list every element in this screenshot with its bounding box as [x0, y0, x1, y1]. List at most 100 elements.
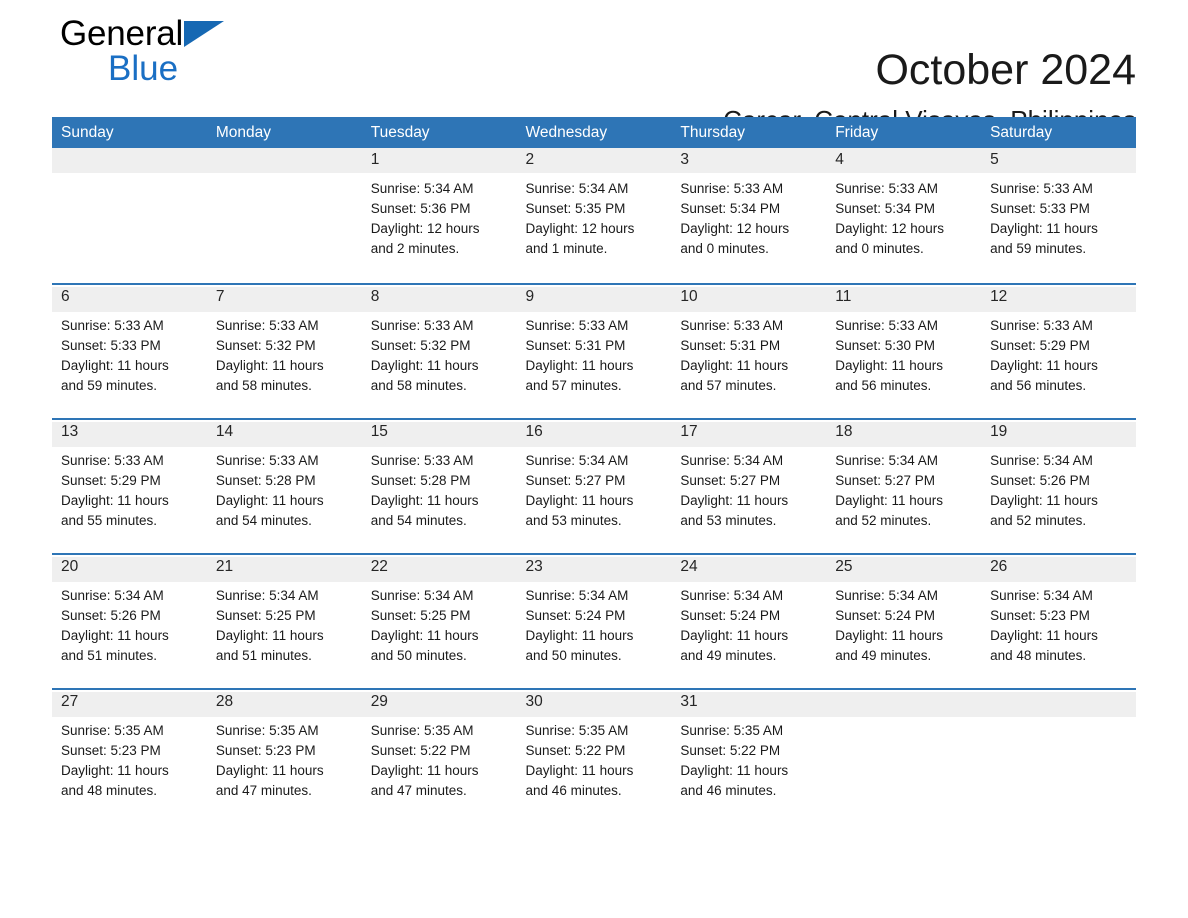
day-detail: Sunrise: 5:33 AM Sunset: 5:32 PM Dayligh…	[370, 318, 479, 393]
day-cell[interactable]: 2 Sunrise: 5:34 AM Sunset: 5:35 PM Dayli…	[517, 148, 672, 283]
day-number: 9	[525, 288, 535, 305]
day-cell[interactable]: 3 Sunrise: 5:33 AM Sunset: 5:34 PM Dayli…	[671, 148, 826, 283]
logo-text-blue: Blue	[108, 49, 179, 88]
day-cell[interactable]: 5 Sunrise: 5:33 AM Sunset: 5:33 PM Dayli…	[981, 148, 1136, 283]
day-detail: Sunrise: 5:33 AM Sunset: 5:28 PM Dayligh…	[215, 453, 324, 528]
day-number: 23	[525, 558, 543, 575]
day-cell[interactable]: 19 Sunrise: 5:34 AM Sunset: 5:26 PM Dayl…	[981, 420, 1136, 553]
weekday-header-row: Sunday Monday Tuesday Wednesday Thursday…	[52, 117, 1136, 148]
day-cell[interactable]: 16 Sunrise: 5:34 AM Sunset: 5:27 PM Dayl…	[517, 420, 672, 553]
day-number: 20	[61, 558, 79, 575]
day-cell[interactable]: 20 Sunrise: 5:34 AM Sunset: 5:26 PM Dayl…	[52, 555, 207, 688]
day-cell[interactable]: 30 Sunrise: 5:35 AM Sunset: 5:22 PM Dayl…	[517, 690, 672, 823]
day-number: 31	[680, 693, 698, 710]
weekday-header-thursday: Thursday	[680, 123, 745, 141]
day-number: 4	[835, 151, 844, 168]
day-cell[interactable]: 31 Sunrise: 5:35 AM Sunset: 5:22 PM Dayl…	[671, 690, 826, 823]
day-detail: Sunrise: 5:33 AM Sunset: 5:28 PM Dayligh…	[370, 453, 479, 528]
day-number: 14	[215, 423, 234, 440]
day-number	[216, 148, 356, 173]
day-cell[interactable]: 18 Sunrise: 5:34 AM Sunset: 5:27 PM Dayl…	[826, 420, 981, 553]
day-cell[interactable]: 26 Sunrise: 5:34 AM Sunset: 5:23 PM Dayl…	[981, 555, 1136, 688]
day-number: 11	[835, 288, 852, 305]
day-detail: Sunrise: 5:33 AM Sunset: 5:33 PM Dayligh…	[61, 318, 169, 393]
day-number	[990, 690, 1130, 715]
day-detail: Sunrise: 5:33 AM Sunset: 5:34 PM Dayligh…	[680, 181, 790, 256]
day-number: 10	[680, 288, 698, 305]
day-number: 26	[990, 558, 1008, 575]
day-detail: Sunrise: 5:35 AM Sunset: 5:23 PM Dayligh…	[61, 723, 169, 798]
day-detail: Sunrise: 5:33 AM Sunset: 5:29 PM Dayligh…	[990, 318, 1098, 393]
day-cell[interactable]	[207, 148, 362, 283]
day-detail: Sunrise: 5:35 AM Sunset: 5:22 PM Dayligh…	[525, 723, 634, 798]
day-detail: Sunrise: 5:34 AM Sunset: 5:24 PM Dayligh…	[680, 588, 789, 663]
calendar-page: General Blue October 2024 Carcar, Centra…	[0, 0, 1188, 918]
day-cell[interactable]: 14 Sunrise: 5:33 AM Sunset: 5:28 PM Dayl…	[207, 420, 362, 553]
day-number	[835, 690, 975, 715]
week-row: 6 Sunrise: 5:33 AM Sunset: 5:33 PM Dayli…	[52, 283, 1136, 418]
day-detail: Sunrise: 5:33 AM Sunset: 5:34 PM Dayligh…	[835, 181, 945, 256]
day-detail: Sunrise: 5:34 AM Sunset: 5:24 PM Dayligh…	[525, 588, 634, 663]
page-title: October 2024	[875, 46, 1136, 94]
week-row: 1 Sunrise: 5:34 AM Sunset: 5:36 PM Dayli…	[52, 148, 1136, 283]
day-number: 30	[525, 693, 543, 710]
day-cell[interactable]	[981, 690, 1136, 823]
day-number: 21	[215, 558, 234, 575]
week-row: 20 Sunrise: 5:34 AM Sunset: 5:26 PM Dayl…	[52, 553, 1136, 688]
day-cell[interactable]	[52, 148, 207, 283]
day-number: 1	[370, 151, 380, 168]
day-cell[interactable]: 13 Sunrise: 5:33 AM Sunset: 5:29 PM Dayl…	[52, 420, 207, 553]
day-detail: Sunrise: 5:34 AM Sunset: 5:24 PM Dayligh…	[835, 588, 944, 663]
day-cell[interactable]: 23 Sunrise: 5:34 AM Sunset: 5:24 PM Dayl…	[517, 555, 672, 688]
sunrise-sunset-calendar: Sunday Monday Tuesday Wednesday Thursday…	[52, 117, 1136, 148]
day-cell[interactable]: 24 Sunrise: 5:34 AM Sunset: 5:24 PM Dayl…	[671, 555, 826, 688]
week-row: 13 Sunrise: 5:33 AM Sunset: 5:29 PM Dayl…	[52, 418, 1136, 553]
day-number: 5	[990, 151, 999, 168]
day-cell[interactable]	[826, 690, 981, 823]
day-cell[interactable]: 22 Sunrise: 5:34 AM Sunset: 5:25 PM Dayl…	[362, 555, 517, 688]
title-block: October 2024 Carcar, Central Visayas, Ph…	[376, 0, 1136, 136]
day-number: 18	[835, 423, 853, 440]
day-cell[interactable]: 1 Sunrise: 5:34 AM Sunset: 5:36 PM Dayli…	[362, 148, 517, 283]
page-masthead: General Blue October 2024 Carcar, Centra…	[52, 0, 1136, 135]
day-detail: Sunrise: 5:34 AM Sunset: 5:25 PM Dayligh…	[215, 588, 324, 663]
day-number: 2	[525, 151, 535, 168]
day-detail: Sunrise: 5:33 AM Sunset: 5:29 PM Dayligh…	[61, 453, 169, 528]
day-cell[interactable]: 17 Sunrise: 5:34 AM Sunset: 5:27 PM Dayl…	[671, 420, 826, 553]
day-cell[interactable]: 15 Sunrise: 5:33 AM Sunset: 5:28 PM Dayl…	[362, 420, 517, 553]
day-number: 12	[990, 288, 1008, 305]
day-detail: Sunrise: 5:33 AM Sunset: 5:30 PM Dayligh…	[835, 318, 944, 393]
day-cell[interactable]: 29 Sunrise: 5:35 AM Sunset: 5:22 PM Dayl…	[362, 690, 517, 823]
weekday-header-wednesday: Wednesday	[525, 123, 608, 141]
weekday-header-saturday: Saturday	[990, 123, 1053, 141]
day-number: 19	[990, 423, 1008, 440]
logo-word-general: General	[60, 14, 184, 53]
day-detail: Sunrise: 5:34 AM Sunset: 5:26 PM Dayligh…	[61, 588, 169, 663]
day-cell[interactable]: 10 Sunrise: 5:33 AM Sunset: 5:31 PM Dayl…	[671, 285, 826, 418]
day-cell[interactable]: 9 Sunrise: 5:33 AM Sunset: 5:31 PM Dayli…	[517, 285, 672, 418]
logo-triangle-icon	[184, 21, 225, 47]
day-cell[interactable]: 27 Sunrise: 5:35 AM Sunset: 5:23 PM Dayl…	[52, 690, 207, 823]
day-cell[interactable]: 4 Sunrise: 5:33 AM Sunset: 5:34 PM Dayli…	[826, 148, 981, 283]
day-cell[interactable]: 21 Sunrise: 5:34 AM Sunset: 5:25 PM Dayl…	[207, 555, 362, 688]
day-cell[interactable]: 8 Sunrise: 5:33 AM Sunset: 5:32 PM Dayli…	[362, 285, 517, 418]
day-cell[interactable]: 25 Sunrise: 5:34 AM Sunset: 5:24 PM Dayl…	[826, 555, 981, 688]
day-detail: Sunrise: 5:34 AM Sunset: 5:27 PM Dayligh…	[680, 453, 789, 528]
day-cell[interactable]: 12 Sunrise: 5:33 AM Sunset: 5:29 PM Dayl…	[981, 285, 1136, 418]
day-detail: Sunrise: 5:35 AM Sunset: 5:22 PM Dayligh…	[370, 723, 479, 798]
day-detail: Sunrise: 5:34 AM Sunset: 5:26 PM Dayligh…	[990, 453, 1098, 528]
day-detail: Sunrise: 5:34 AM Sunset: 5:27 PM Dayligh…	[525, 453, 634, 528]
day-cell[interactable]: 11 Sunrise: 5:33 AM Sunset: 5:30 PM Dayl…	[826, 285, 981, 418]
day-cell[interactable]: 28 Sunrise: 5:35 AM Sunset: 5:23 PM Dayl…	[207, 690, 362, 823]
day-cell[interactable]: 6 Sunrise: 5:33 AM Sunset: 5:33 PM Dayli…	[52, 285, 207, 418]
generalblue-logo[interactable]: General Blue	[60, 14, 320, 100]
day-detail: Sunrise: 5:34 AM Sunset: 5:25 PM Dayligh…	[370, 588, 479, 663]
day-number: 15	[370, 423, 388, 440]
day-cell[interactable]: 7 Sunrise: 5:33 AM Sunset: 5:32 PM Dayli…	[207, 285, 362, 418]
calendar-body: 1 Sunrise: 5:34 AM Sunset: 5:36 PM Dayli…	[52, 148, 1136, 823]
day-number: 16	[525, 423, 543, 440]
day-detail: Sunrise: 5:35 AM Sunset: 5:22 PM Dayligh…	[680, 723, 789, 798]
day-number: 6	[61, 288, 70, 305]
weekday-header-tuesday: Tuesday	[370, 123, 430, 141]
day-detail: Sunrise: 5:34 AM Sunset: 5:35 PM Dayligh…	[525, 181, 635, 256]
